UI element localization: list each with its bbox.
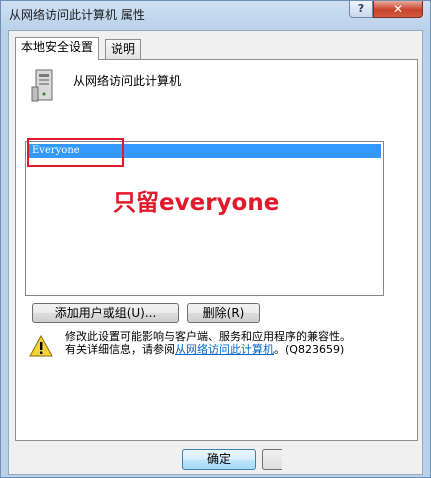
tab-label: 本地安全设置 <box>21 40 94 54</box>
help-button[interactable]: ? <box>349 1 373 18</box>
tab-local-security-setting[interactable]: 本地安全设置 <box>15 37 100 60</box>
highlight-annotation-box <box>27 138 124 167</box>
compatibility-warning: 修改此设置可能影响与客户端、服务和应用程序的兼容性。 有关详细信息，请参阅从网络… <box>65 330 351 356</box>
computer-tower-icon <box>31 69 53 102</box>
cancel-button[interactable] <box>262 449 282 470</box>
tab-explain[interactable]: 说明 <box>105 39 142 59</box>
tab-label: 说明 <box>111 42 136 56</box>
remove-button[interactable]: 删除(R) <box>187 303 260 323</box>
add-user-or-group-button[interactable]: 添加用户或组(U)... <box>32 303 179 323</box>
warning-line-2: 有关详细信息，请参阅从网络访问此计算机。(Q823659) <box>65 343 351 356</box>
ok-button[interactable]: 确定 <box>182 449 256 470</box>
properties-dialog: 从网络访问此计算机 属性 ? ✕ 本地安全设置 说明 从网络访问此计算机 Eve… <box>0 0 431 478</box>
title-bar[interactable]: 从网络访问此计算机 属性 ? ✕ <box>1 1 430 29</box>
window-title: 从网络访问此计算机 属性 <box>9 8 145 22</box>
annotation-text: 只留everyone <box>113 190 280 216</box>
policy-help-link[interactable]: 从网络访问此计算机 <box>175 343 274 356</box>
warning-icon <box>29 335 53 357</box>
dialog-client-area: 本地安全设置 说明 从网络访问此计算机 Everyone 只留everyone … <box>8 30 423 475</box>
warning-suffix: 。(Q823659) <box>274 343 345 356</box>
close-button[interactable]: ✕ <box>373 1 423 18</box>
warning-line-1: 修改此设置可能影响与客户端、服务和应用程序的兼容性。 <box>65 330 351 343</box>
warning-prefix: 有关详细信息，请参阅 <box>65 343 175 356</box>
policy-name: 从网络访问此计算机 <box>73 74 182 88</box>
